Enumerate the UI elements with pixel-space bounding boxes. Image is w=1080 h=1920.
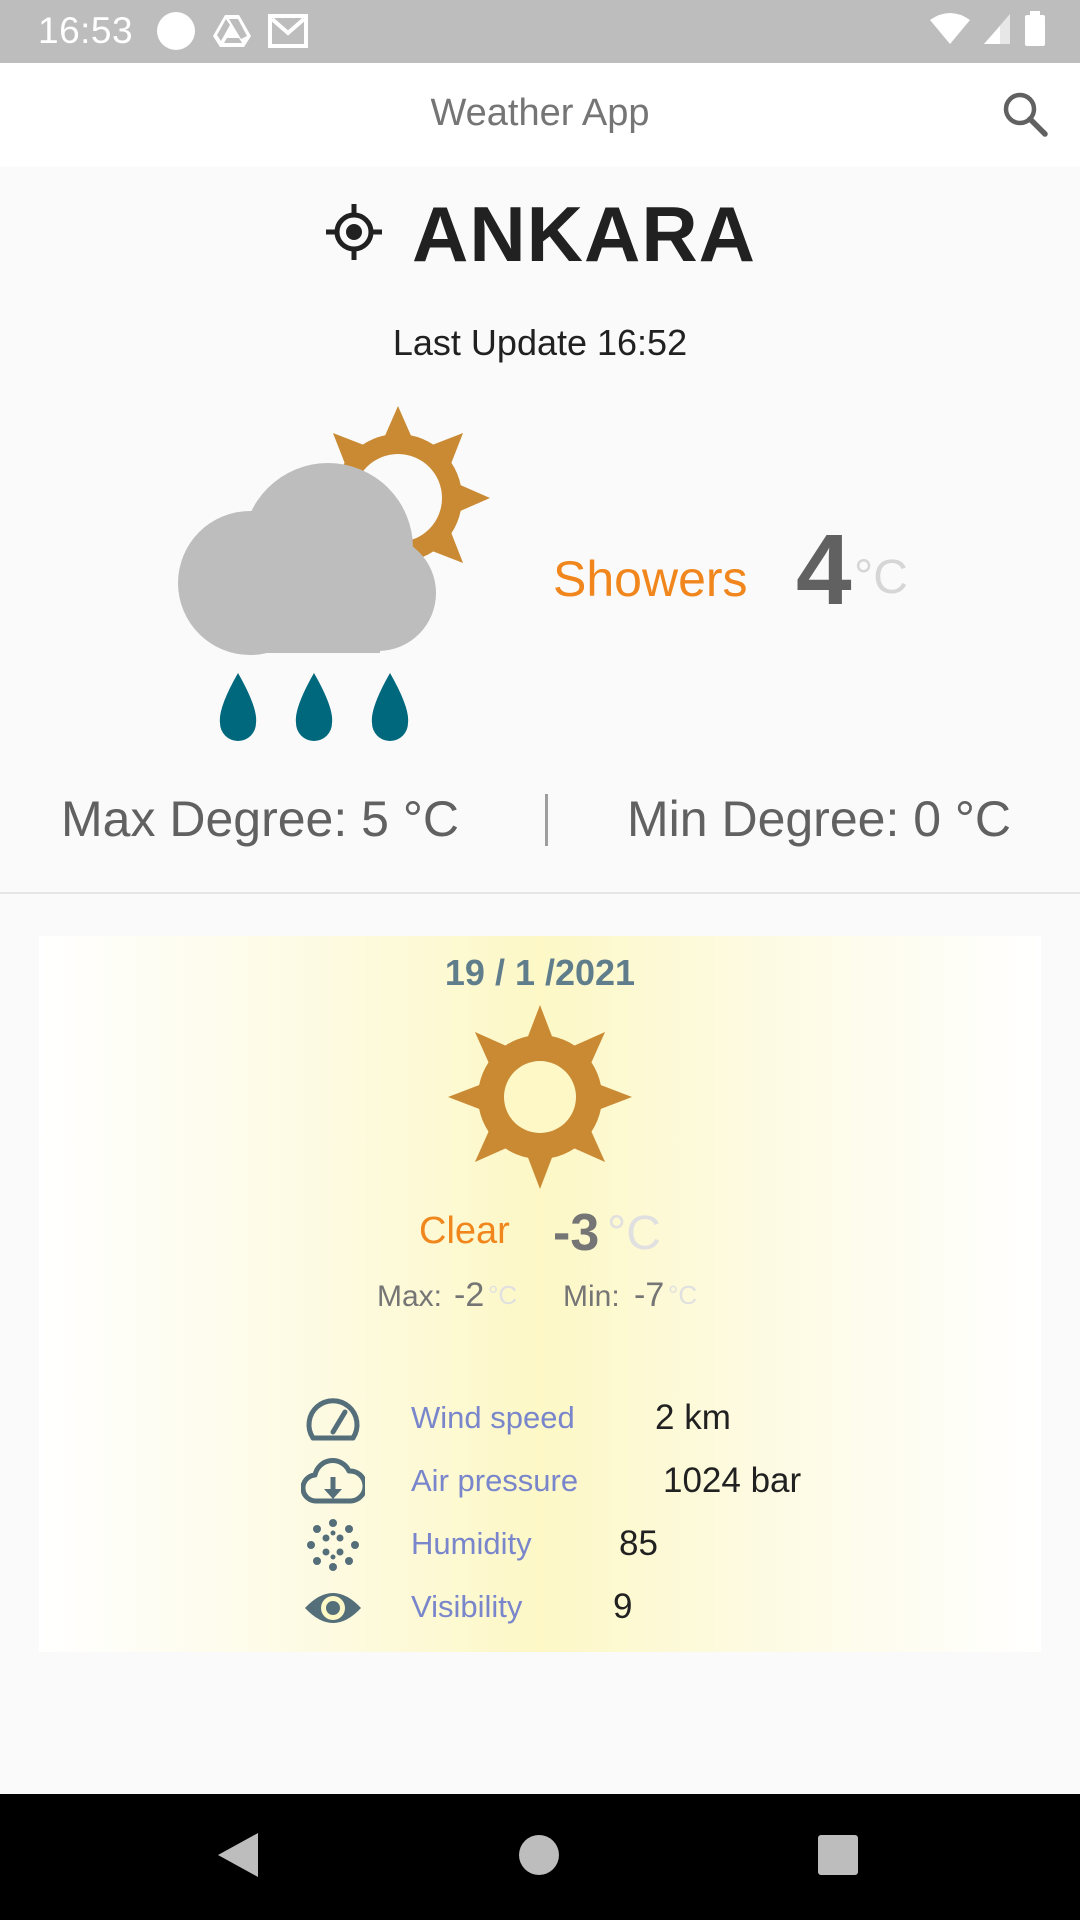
detail-visibility: Visibility 9 — [301, 1581, 861, 1635]
forecast-max-label: Max: — [377, 1280, 443, 1313]
forecast-description: Clear — [419, 1210, 510, 1252]
humidity-dots-icon — [301, 1518, 365, 1572]
system-icons — [930, 11, 1046, 52]
forecast-min-value: -7 — [634, 1276, 665, 1314]
battery-icon — [1024, 11, 1046, 52]
notification-dot-icon — [156, 11, 196, 56]
status-bar: 16:53 — [0, 0, 1080, 63]
min-max-divider — [545, 794, 548, 846]
back-icon — [216, 1831, 260, 1884]
forecast-max-unit: °C — [488, 1280, 518, 1310]
humidity-value: 85 — [619, 1524, 658, 1563]
back-button[interactable] — [208, 1827, 268, 1887]
current-temperature: 4 — [796, 514, 852, 626]
search-button[interactable] — [996, 87, 1054, 145]
eye-icon — [301, 1581, 365, 1635]
forecast-card[interactable]: 19 / 1 /2021 Clear -3 °C Max: -2 °C Min:… — [39, 936, 1041, 1652]
min-degree: Min Degree: 0 °C — [627, 791, 1012, 847]
detail-humidity: Humidity 85 — [301, 1518, 861, 1572]
forecast-min-label: Min: — [563, 1280, 620, 1313]
wind-speed-label: Wind speed — [411, 1400, 575, 1435]
current-temperature-unit: °C — [854, 551, 908, 604]
recents-icon — [817, 1834, 859, 1881]
detail-air-pressure: Air pressure 1024 bar — [301, 1455, 861, 1509]
forecast-date: 19 / 1 /2021 — [444, 952, 636, 993]
wind-speed-value: 2 km — [655, 1398, 731, 1437]
system-nav-bar — [0, 1794, 1080, 1920]
forecast-min-unit: °C — [668, 1280, 698, 1310]
min-max-row: Max Degree: 5 °C Min Degree: 0 °C — [0, 790, 1080, 852]
recents-button[interactable] — [808, 1827, 868, 1887]
notification-icons — [156, 11, 308, 56]
status-time: 16:53 — [38, 10, 134, 51]
gmail-icon — [268, 13, 308, 54]
section-divider — [0, 892, 1080, 894]
home-button[interactable] — [509, 1827, 569, 1887]
max-degree: Max Degree: 5 °C — [61, 791, 459, 847]
cloud-sun-rain-icon — [168, 398, 518, 758]
visibility-label: Visibility — [411, 1589, 523, 1624]
wifi-icon — [930, 12, 970, 51]
forecast-temperature: -3 — [553, 1204, 600, 1262]
current-description: Showers — [553, 551, 748, 607]
forecast-temperature-unit: °C — [607, 1207, 661, 1260]
home-icon — [517, 1833, 561, 1882]
last-update: Last Update 16:52 — [392, 322, 688, 363]
app-bar: Weather App — [0, 63, 1080, 167]
forecast-max-value: -2 — [454, 1276, 485, 1314]
detail-wind-speed: Wind speed 2 km — [301, 1392, 861, 1446]
speedometer-icon — [301, 1392, 365, 1446]
search-icon — [1000, 89, 1050, 144]
city-name: ANKARA — [412, 189, 756, 278]
my-location-icon[interactable] — [324, 202, 384, 267]
air-pressure-value: 1024 bar — [663, 1461, 802, 1500]
cell-signal-icon — [982, 12, 1012, 51]
visibility-value: 9 — [613, 1587, 633, 1626]
city-header: ANKARA — [0, 188, 1080, 280]
cloud-download-icon — [301, 1455, 365, 1509]
sun-icon — [445, 1002, 635, 1192]
humidity-label: Humidity — [411, 1526, 532, 1561]
air-pressure-label: Air pressure — [411, 1463, 579, 1498]
drive-icon — [212, 13, 252, 54]
app-title: Weather App — [430, 92, 650, 134]
